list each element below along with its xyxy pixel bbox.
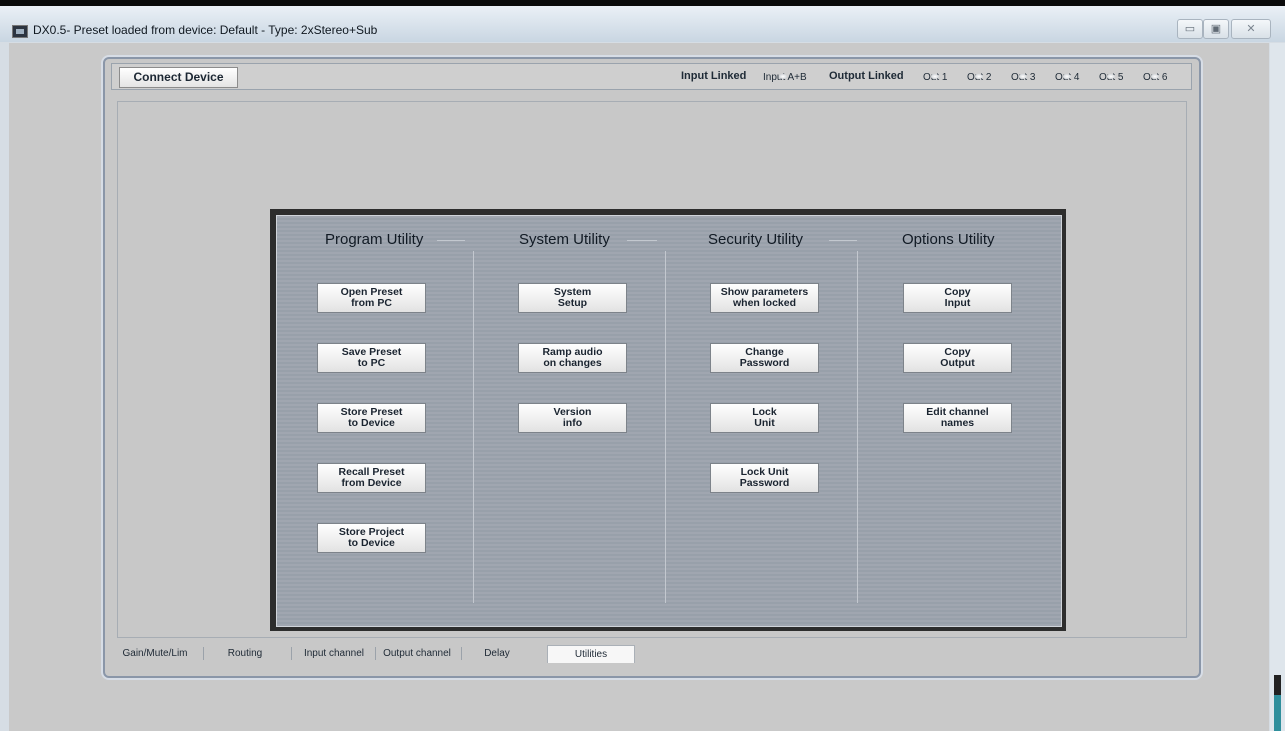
ramp-audio-button[interactable]: Ramp audio on changes [518,343,627,373]
right-edge-strip [1270,43,1285,731]
input-linked-label: Input Linked [681,70,747,82]
copy-input-button[interactable]: Copy Input [903,283,1012,313]
recall-preset-from-device-button[interactable]: Recall Preset from Device [317,463,426,493]
scrollbar-thumb[interactable] [1274,695,1281,731]
title-divider [437,240,465,241]
minimize-button[interactable]: ▭ [1177,19,1203,39]
tab-bar: Gain/Mute/Lim Routing Input channel Outp… [115,645,1185,663]
out-4-indicator[interactable]: Out 4 [1055,72,1079,83]
title-divider [829,240,857,241]
options-utility-title: Options Utility [902,231,995,248]
utility-frame: Program Utility System Utility Security … [270,209,1066,631]
system-utility-title: System Utility [519,231,610,248]
main-panel: Connect Device Input Linked Input A+B Ou… [103,57,1201,678]
led-icon [1107,74,1115,79]
security-utility-title: Security Utility [708,231,804,248]
close-button[interactable]: ✕ [1231,19,1271,39]
system-setup-button[interactable]: System Setup [518,283,627,313]
led-icon [975,74,983,79]
led-icon [1151,74,1159,79]
lock-unit-button[interactable]: Lock Unit [710,403,819,433]
led-icon [1063,74,1071,79]
tab-separator [203,647,204,660]
output-linked-label: Output Linked [829,70,904,82]
store-preset-to-device-button[interactable]: Store Preset to Device [317,403,426,433]
tab-utilities[interactable]: Utilities [547,645,635,663]
out-5-indicator[interactable]: Out 5 [1099,72,1123,83]
open-preset-from-pc-button[interactable]: Open Preset from PC [317,283,426,313]
column-divider [665,251,666,603]
tab-routing[interactable]: Routing [215,645,275,662]
toolbar: Connect Device Input Linked Input A+B Ou… [111,63,1192,90]
out-3-indicator[interactable]: Out 3 [1011,72,1035,83]
content-area: Program Utility System Utility Security … [117,101,1187,638]
out-2-indicator[interactable]: Out 2 [967,72,991,83]
edit-channel-names-button[interactable]: Edit channel names [903,403,1012,433]
tab-separator [461,647,462,660]
window-title: DX0.5- Preset loaded from device: Defaul… [33,23,378,37]
utility-panel: Program Utility System Utility Security … [276,215,1062,627]
title-divider [627,240,657,241]
version-info-button[interactable]: Version info [518,403,627,433]
led-icon [1019,74,1027,79]
store-project-to-device-button[interactable]: Store Project to Device [317,523,426,553]
copy-output-button[interactable]: Copy Output [903,343,1012,373]
tab-input-channel[interactable]: Input channel [299,645,369,662]
tab-output-channel[interactable]: Output channel [377,645,457,662]
tab-separator [375,647,376,660]
tab-separator [291,647,292,660]
led-icon [931,74,939,79]
program-utility-title: Program Utility [325,231,424,248]
connect-device-button[interactable]: Connect Device [119,67,238,88]
app-icon [12,25,28,38]
column-divider [857,251,858,603]
led-icon [779,74,787,79]
out-1-indicator[interactable]: Out 1 [923,72,947,83]
save-preset-to-pc-button[interactable]: Save Preset to PC [317,343,426,373]
scrollbar-marker [1274,675,1281,695]
change-password-button[interactable]: Change Password [710,343,819,373]
input-ab-indicator[interactable]: Input A+B [763,72,807,83]
out-6-indicator[interactable]: Out 6 [1143,72,1167,83]
maximize-button[interactable]: ▣ [1203,19,1229,39]
tab-gain-mute-lim[interactable]: Gain/Mute/Lim [115,645,195,662]
tab-delay[interactable]: Delay [471,645,523,662]
column-divider [473,251,474,603]
show-parameters-button[interactable]: Show parameters when locked [710,283,819,313]
lock-unit-password-button[interactable]: Lock Unit Password [710,463,819,493]
